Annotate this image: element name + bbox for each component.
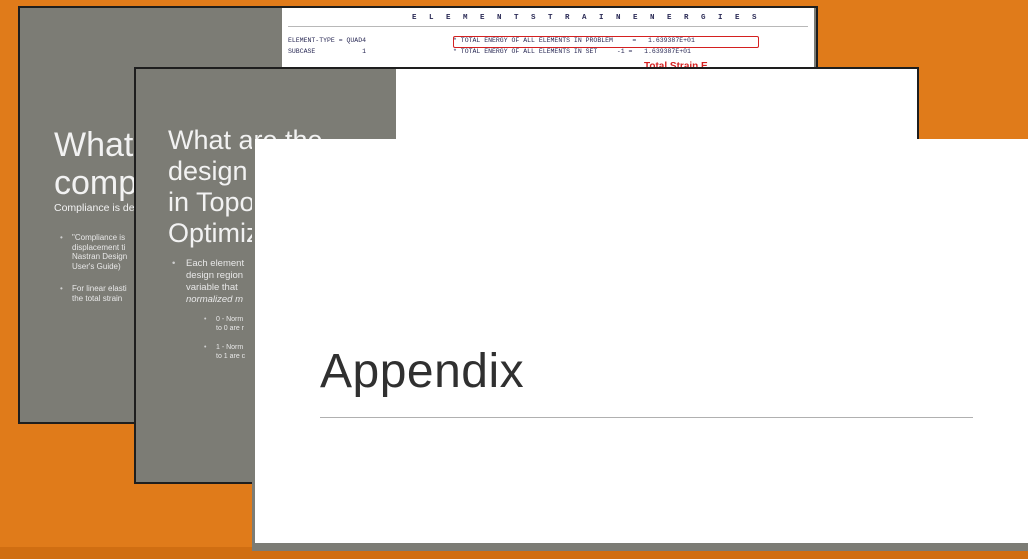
strain-heading: E L E M E N T S T R A I N E N E R G I E …: [412, 14, 761, 22]
slide-edge: [252, 139, 255, 543]
slide-subtitle: Compliance is de: [54, 202, 135, 214]
strain-row-left: ELEMENT-TYPE = QUAD4: [288, 37, 367, 44]
strain-row-left: SUBCASE 1: [288, 48, 367, 55]
highlight-box: [453, 36, 759, 48]
section-title: Appendix: [320, 345, 525, 398]
strain-row-right: * TOTAL ENERGY OF ALL ELEMENTS IN SET -1…: [453, 48, 691, 55]
slide-thumbnail-appendix[interactable]: Appendix: [252, 139, 1028, 551]
divider: [288, 26, 808, 27]
title-underline: [320, 417, 973, 418]
